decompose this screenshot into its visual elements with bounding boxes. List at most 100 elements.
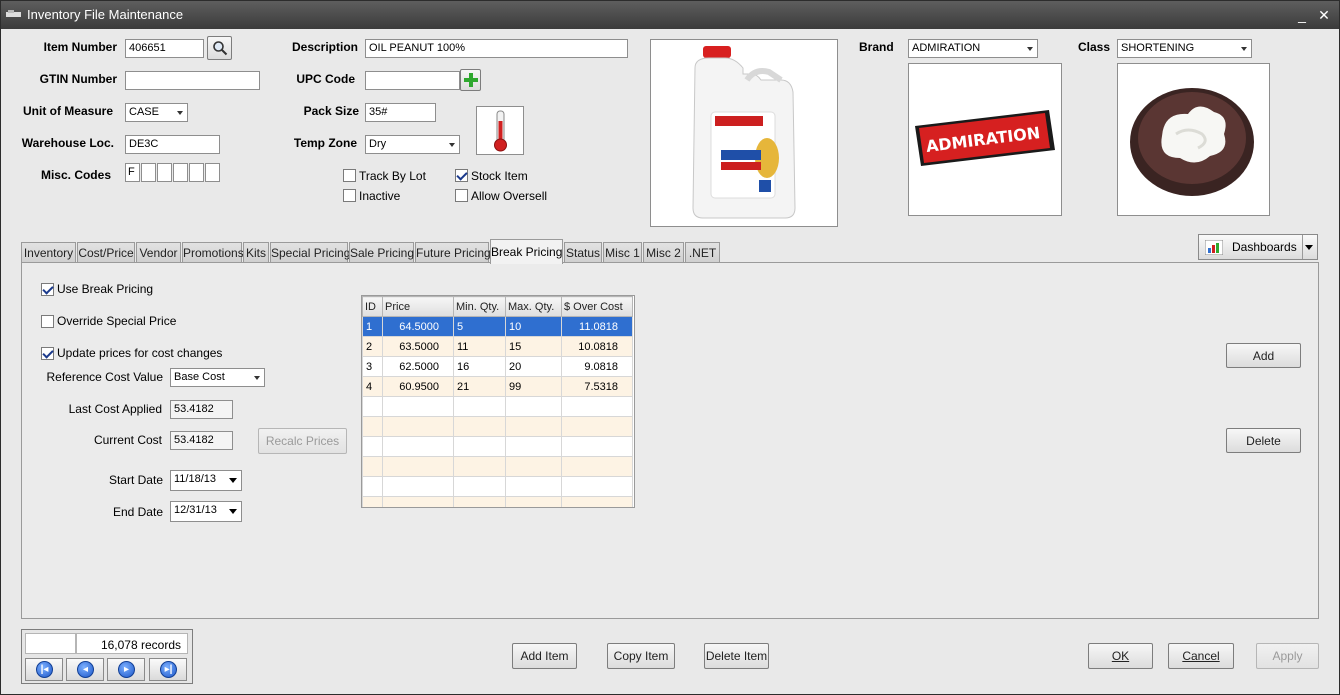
tab-promotions[interactable]: Promotions bbox=[182, 242, 244, 263]
tab-break-pricing[interactable]: Break Pricing bbox=[490, 239, 563, 264]
inactive-checkbox[interactable] bbox=[343, 189, 356, 202]
tab-net[interactable]: .NET bbox=[685, 242, 720, 263]
add-break-button[interactable]: Add bbox=[1226, 343, 1301, 368]
col-header-min-qty[interactable]: Min. Qty. bbox=[453, 296, 506, 317]
break-pricing-grid[interactable]: ID Price Min. Qty. Max. Qty. $ Over Cost… bbox=[361, 295, 635, 508]
recalc-prices-button[interactable]: Recalc Prices bbox=[258, 428, 347, 454]
admiration-logo-image: ADMIRATION bbox=[915, 110, 1055, 166]
cell-over-cost: 11.0818 bbox=[561, 316, 633, 337]
temp-zone-select[interactable]: Dry bbox=[365, 135, 460, 154]
bar-chart-icon bbox=[1205, 240, 1223, 255]
dashboards-button[interactable]: Dashboards bbox=[1198, 234, 1318, 260]
override-special-price-checkbox[interactable] bbox=[41, 315, 54, 328]
cell-price: 60.9500 bbox=[382, 376, 454, 397]
brand-value: ADMIRATION bbox=[912, 42, 981, 54]
previous-record-button[interactable]: ◂ bbox=[66, 658, 104, 681]
misc-code-6[interactable] bbox=[205, 163, 220, 182]
chevron-down-icon[interactable] bbox=[1305, 245, 1313, 250]
description-field[interactable]: OIL PEANUT 100% bbox=[365, 39, 628, 58]
track-by-lot-label: Track By Lot bbox=[359, 169, 426, 183]
col-header-id[interactable]: ID bbox=[362, 296, 383, 317]
use-break-pricing-checkbox[interactable] bbox=[41, 283, 54, 296]
misc-code-1[interactable]: F bbox=[125, 163, 140, 182]
allow-oversell-checkbox[interactable] bbox=[455, 189, 468, 202]
tab-status[interactable]: Status bbox=[564, 242, 602, 263]
cancel-button[interactable]: Cancel bbox=[1168, 643, 1234, 669]
table-row-empty[interactable] bbox=[362, 456, 633, 477]
chevron-down-icon bbox=[229, 478, 237, 483]
col-header-over-cost[interactable]: $ Over Cost bbox=[561, 296, 633, 317]
ok-button[interactable]: OK bbox=[1088, 643, 1153, 669]
table-row[interactable]: 1 64.5000 5 10 11.0818 bbox=[362, 316, 633, 337]
table-row-empty[interactable] bbox=[362, 496, 633, 507]
brand-logo-image: ADMIRATION bbox=[908, 63, 1062, 216]
item-search-button[interactable] bbox=[207, 36, 232, 60]
brand-select[interactable]: ADMIRATION bbox=[908, 39, 1038, 58]
cancel-label: Cancel bbox=[1182, 649, 1220, 663]
col-header-price[interactable]: Price bbox=[382, 296, 454, 317]
tab-future-pricing[interactable]: Future Pricing bbox=[415, 242, 491, 263]
pack-size-field[interactable]: 35# bbox=[365, 103, 436, 122]
reference-cost-select[interactable]: Base Cost bbox=[170, 368, 265, 387]
last-record-button[interactable]: ▸| bbox=[149, 658, 187, 681]
first-record-button[interactable]: |◂ bbox=[25, 658, 63, 681]
warehouse-field[interactable]: DE3C bbox=[125, 135, 220, 154]
close-button[interactable]: ✕ bbox=[1314, 5, 1334, 25]
tab-sale-pricing[interactable]: Sale Pricing bbox=[349, 242, 414, 263]
table-row[interactable]: 4 60.9500 21 99 7.5318 bbox=[362, 376, 633, 397]
cell-over-cost: 10.0818 bbox=[561, 336, 633, 357]
class-select[interactable]: SHORTENING bbox=[1117, 39, 1252, 58]
table-row[interactable]: 3 62.5000 16 20 9.0818 bbox=[362, 356, 633, 377]
update-prices-label: Update prices for cost changes bbox=[57, 346, 223, 360]
cell-price: 63.5000 bbox=[382, 336, 454, 357]
table-row-empty[interactable] bbox=[362, 396, 633, 417]
misc-code-5[interactable] bbox=[189, 163, 204, 182]
table-row-empty[interactable] bbox=[362, 436, 633, 457]
table-row[interactable]: 2 63.5000 11 15 10.0818 bbox=[362, 336, 633, 357]
col-header-max-qty[interactable]: Max. Qty. bbox=[505, 296, 562, 317]
item-number-field[interactable]: 406651 bbox=[125, 39, 204, 58]
tab-cost-price[interactable]: Cost/Price bbox=[77, 242, 135, 263]
next-record-button[interactable]: ▸ bbox=[107, 658, 145, 681]
reference-cost-label: Reference Cost Value bbox=[46, 370, 163, 384]
upc-field[interactable] bbox=[365, 71, 460, 90]
add-upc-button[interactable] bbox=[460, 69, 481, 91]
track-by-lot-checkbox[interactable] bbox=[343, 169, 356, 182]
record-position-field[interactable] bbox=[25, 633, 76, 654]
update-prices-checkbox[interactable] bbox=[41, 347, 54, 360]
window-title: Inventory File Maintenance bbox=[27, 7, 184, 22]
tab-kits[interactable]: Kits bbox=[243, 242, 269, 263]
search-icon bbox=[212, 41, 227, 56]
misc-code-3[interactable] bbox=[157, 163, 172, 182]
delete-item-button[interactable]: Delete Item bbox=[704, 643, 769, 669]
table-row-empty[interactable] bbox=[362, 416, 633, 437]
title-bar: Inventory File Maintenance _ ✕ bbox=[1, 1, 1339, 29]
app-icon bbox=[6, 10, 21, 17]
warehouse-label: Warehouse Loc. bbox=[21, 136, 114, 150]
gtin-field[interactable] bbox=[125, 71, 260, 90]
minimize-button[interactable]: _ bbox=[1292, 5, 1312, 25]
current-cost-field: 53.4182 bbox=[170, 431, 233, 450]
misc-code-2[interactable] bbox=[141, 163, 156, 182]
use-break-pricing-label: Use Break Pricing bbox=[57, 282, 154, 296]
start-date-value: 11/18/13 bbox=[174, 473, 217, 485]
add-item-button[interactable]: Add Item bbox=[512, 643, 577, 669]
delete-break-button[interactable]: Delete bbox=[1226, 428, 1301, 453]
stock-item-checkbox[interactable] bbox=[455, 169, 468, 182]
table-row-empty[interactable] bbox=[362, 476, 633, 497]
misc-codes-label: Misc. Codes bbox=[40, 168, 111, 182]
tab-misc-1[interactable]: Misc 1 bbox=[603, 242, 642, 263]
apply-button[interactable]: Apply bbox=[1256, 643, 1319, 669]
cell-min-qty: 16 bbox=[453, 356, 506, 377]
tab-misc-2[interactable]: Misc 2 bbox=[643, 242, 684, 263]
tab-inventory[interactable]: Inventory bbox=[21, 242, 76, 263]
start-date-picker[interactable]: 11/18/13 bbox=[170, 470, 242, 491]
uom-select[interactable]: CASE bbox=[125, 103, 188, 122]
end-date-label: End Date bbox=[112, 505, 163, 519]
tab-vendor[interactable]: Vendor bbox=[136, 242, 181, 263]
misc-code-4[interactable] bbox=[173, 163, 188, 182]
copy-item-button[interactable]: Copy Item bbox=[607, 643, 675, 669]
end-date-picker[interactable]: 12/31/13 bbox=[170, 501, 242, 522]
cell-max-qty: 20 bbox=[505, 356, 562, 377]
tab-special-pricing[interactable]: Special Pricing bbox=[270, 242, 350, 263]
